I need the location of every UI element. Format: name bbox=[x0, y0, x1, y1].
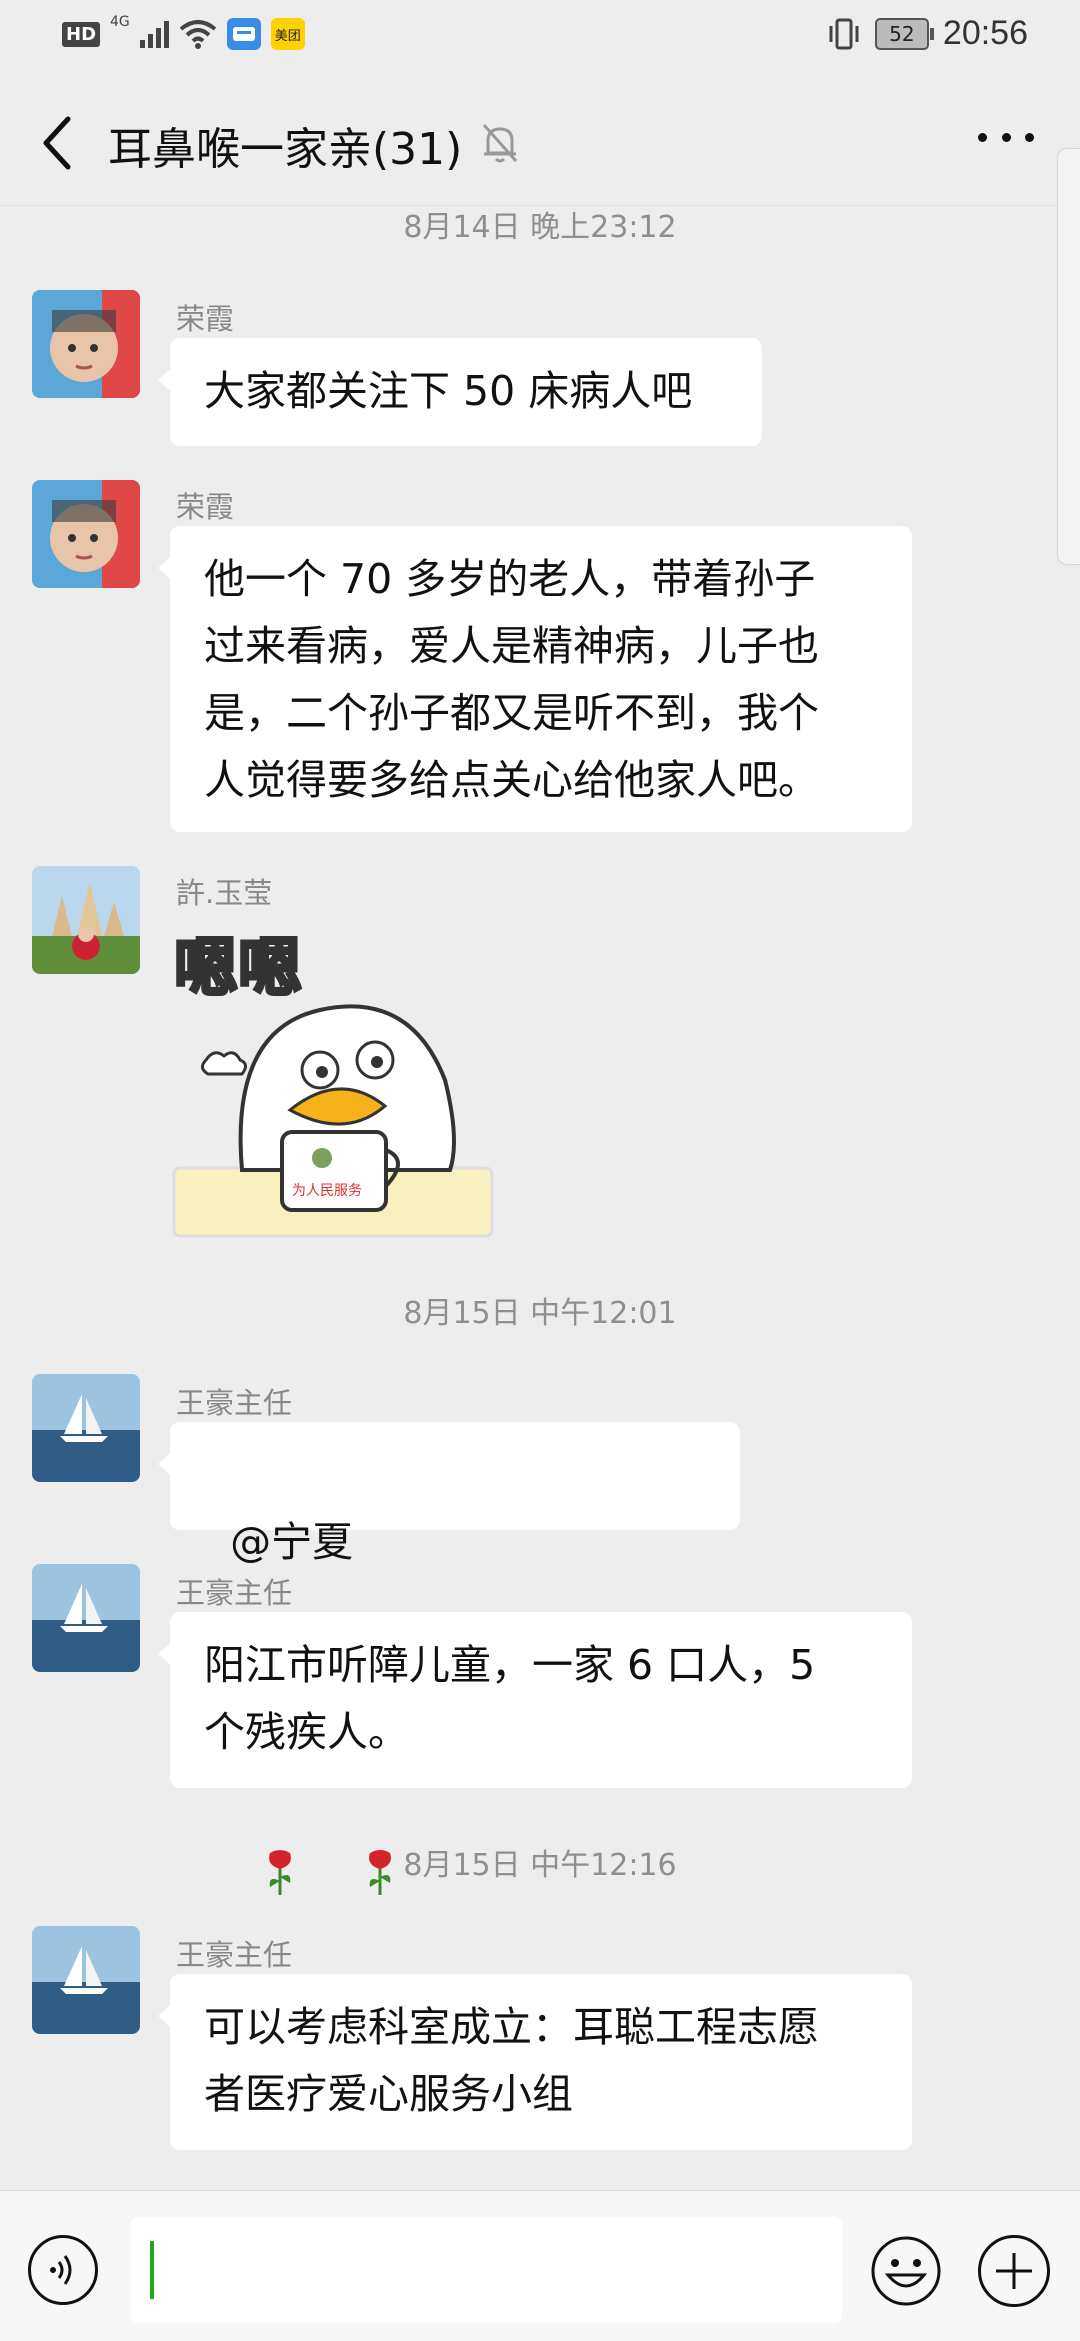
signal-icon bbox=[139, 20, 169, 48]
mute-bell-icon bbox=[482, 124, 518, 163]
voice-icon bbox=[50, 2255, 72, 2285]
meituan-app-icon: 美团 bbox=[270, 18, 305, 50]
avatar[interactable] bbox=[32, 480, 140, 588]
more-options-button[interactable] bbox=[978, 133, 1034, 149]
text-caret bbox=[150, 2241, 154, 2299]
message-bubble[interactable]: 可以考虑科室成立：耳聪工程志愿 者医疗爱心服务小组 bbox=[158, 1974, 912, 2150]
input-bar bbox=[0, 2190, 1080, 2341]
hd-badge: HD bbox=[62, 21, 101, 47]
avatar[interactable] bbox=[32, 866, 140, 974]
sender-name: 王豪主任 bbox=[176, 1386, 293, 1420]
more-dot bbox=[1025, 133, 1034, 142]
message-app-icon bbox=[226, 18, 261, 50]
message-bubble[interactable]: 他一个 70 多岁的老人，带着孙子 过来看病，爱人是精神病，儿子也 是，二个孙子… bbox=[158, 526, 912, 832]
vibrate-icon bbox=[829, 18, 859, 49]
sender-name: 荣霞 bbox=[176, 302, 235, 336]
timestamp: 8月15日 中午12:16 bbox=[403, 1848, 677, 1883]
chat-header: 耳鼻喉一家亲(31) bbox=[0, 75, 1080, 206]
meituan-label: 美团 bbox=[274, 28, 301, 44]
more-functions-button[interactable] bbox=[978, 2235, 1050, 2307]
sender-name: 王豪主任 bbox=[176, 1938, 293, 1972]
voice-input-button[interactable] bbox=[28, 2235, 98, 2305]
status-bar: HD 4G 美团 52 20:56 bbox=[0, 0, 1080, 75]
sticker-caption: 嗯嗯 bbox=[174, 932, 302, 1006]
more-dot bbox=[1001, 133, 1011, 142]
message-bubble[interactable]: @宁夏 bbox=[158, 1422, 740, 1895]
sender-name: 許.玉莹 bbox=[176, 876, 273, 910]
avatar[interactable] bbox=[32, 290, 140, 398]
message-input[interactable] bbox=[130, 2217, 842, 2323]
avatar[interactable] bbox=[32, 1374, 140, 1482]
status-left: HD 4G 美团 bbox=[62, 14, 305, 50]
avatar[interactable] bbox=[32, 1564, 140, 1672]
wifi-icon bbox=[179, 20, 217, 49]
message-text: @宁夏 bbox=[230, 1518, 367, 1566]
message-bubble[interactable]: 大家都关注下 50 床病人吧 bbox=[158, 338, 762, 446]
battery-indicator: 52 bbox=[874, 17, 934, 50]
timestamp: 8月15日 中午12:01 bbox=[403, 1296, 677, 1331]
avatar[interactable] bbox=[32, 1926, 140, 2034]
sender-name: 荣霞 bbox=[176, 490, 235, 524]
more-dot bbox=[978, 133, 987, 142]
emoji-icon[interactable] bbox=[870, 2235, 942, 2307]
status-right: 52 20:56 bbox=[827, 14, 1028, 53]
message-bubble[interactable]: 阳江市听障儿童，一家 6 口人，5 个残疾人。 bbox=[158, 1612, 912, 1788]
network-label: 4G bbox=[110, 14, 130, 30]
back-arrow-icon[interactable] bbox=[38, 113, 78, 173]
sticker[interactable]: 嗯嗯 为人民服务 bbox=[170, 910, 496, 1240]
sender-name: 王豪主任 bbox=[176, 1576, 293, 1610]
timestamp: 8月14日 晚上23:12 bbox=[403, 210, 677, 245]
clock: 20:56 bbox=[942, 14, 1028, 52]
plus-icon bbox=[996, 2253, 1032, 2289]
mug-text: 为人民服务 bbox=[292, 1183, 362, 1199]
chat-title: 耳鼻喉一家亲(31) bbox=[108, 124, 463, 175]
